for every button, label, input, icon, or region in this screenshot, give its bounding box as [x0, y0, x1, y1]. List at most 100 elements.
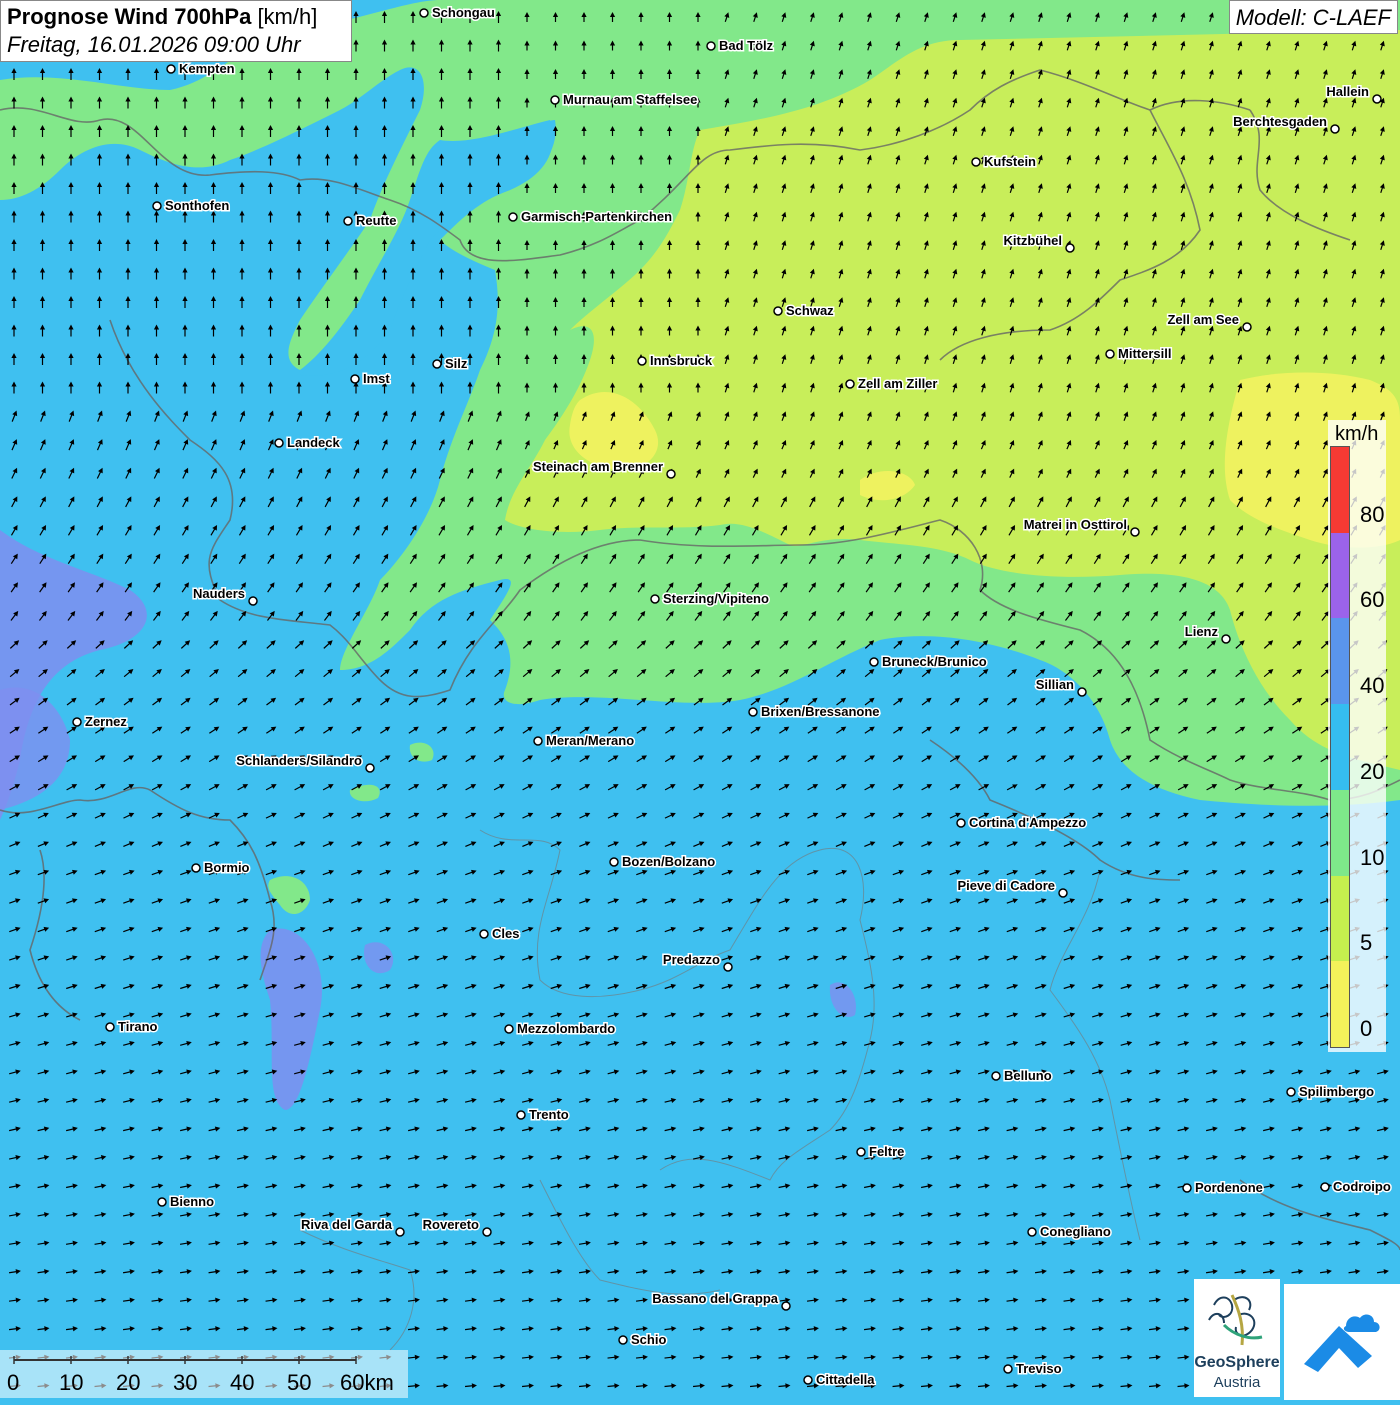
city-dot	[480, 930, 488, 938]
city-dot	[724, 963, 732, 971]
scale-bar: 0 10 20 30 40 50 60km	[0, 1350, 408, 1398]
city-dot	[651, 595, 659, 603]
city-dot	[344, 217, 352, 225]
legend-color-bar	[1330, 446, 1350, 1048]
scale-label-30: 30	[173, 1370, 197, 1396]
city-dot	[192, 864, 200, 872]
city-label: Trento	[529, 1107, 569, 1122]
city-label: Zell am Ziller	[858, 376, 937, 391]
city-dot	[782, 1302, 790, 1310]
city-label: Sillian	[1036, 677, 1074, 692]
scale-label-40: 40	[230, 1370, 254, 1396]
weather-app-logo[interactable]	[1284, 1284, 1400, 1400]
map-title-main: Prognose Wind 700hPa	[7, 4, 251, 29]
city-dot	[957, 819, 965, 827]
city-dot	[1331, 125, 1339, 133]
city-dot	[1028, 1228, 1036, 1236]
map-title: Prognose Wind 700hPa [km/h]	[7, 4, 345, 30]
city-dot	[638, 357, 646, 365]
legend-segment	[1331, 704, 1349, 790]
city-label: Mittersill	[1118, 346, 1171, 361]
city-marker: Bruneck/Brunico	[870, 654, 987, 669]
city-dot	[667, 470, 675, 478]
city-label: Bienno	[170, 1194, 214, 1209]
city-dot	[1183, 1184, 1191, 1192]
legend-unit: km/h	[1335, 423, 1378, 446]
city-dot	[1287, 1088, 1295, 1096]
scale-label-20: 20	[116, 1370, 140, 1396]
city-dot	[774, 307, 782, 315]
city-label: Matrei in Osttirol	[1024, 517, 1127, 532]
city-dot	[509, 213, 517, 221]
city-dot	[106, 1023, 114, 1031]
city-marker: Sterzing/Vipiteno	[651, 591, 769, 606]
city-dot	[158, 1198, 166, 1206]
geosphere-logo[interactable]: GeoSphere Austria	[1194, 1279, 1280, 1397]
city-dot	[804, 1376, 812, 1384]
city-dot	[396, 1228, 404, 1236]
model-label: Modell: C-LAEF	[1229, 0, 1398, 34]
city-dot	[1106, 350, 1114, 358]
city-dot	[749, 708, 757, 716]
city-label: Zernez	[85, 714, 127, 729]
city-marker: Cortina d'Ampezzo	[957, 815, 1086, 830]
city-label: Nauders	[193, 586, 245, 601]
city-dot	[1059, 889, 1067, 897]
city-dot	[153, 202, 161, 210]
city-dot	[1222, 635, 1230, 643]
city-label: Schlanders/Silandro	[236, 753, 362, 768]
city-label: Lienz	[1185, 624, 1219, 639]
legend-tick-label: 5	[1360, 930, 1372, 956]
city-label: Kufstein	[984, 154, 1036, 169]
legend-segment	[1331, 961, 1349, 1047]
city-label: Riva del Garda	[301, 1217, 393, 1232]
city-dot	[1004, 1365, 1012, 1373]
city-label: Landeck	[287, 435, 341, 450]
geosphere-logo-subtext: Austria	[1194, 1374, 1280, 1391]
city-label: Pordenone	[1195, 1180, 1263, 1195]
city-label: Predazzo	[663, 952, 720, 967]
city-marker: Conegliano	[1028, 1224, 1111, 1239]
map-title-unit: [km/h]	[257, 4, 317, 29]
city-dot	[351, 375, 359, 383]
city-label: Bad Tölz	[719, 38, 774, 53]
city-label: Bozen/Bolzano	[622, 854, 715, 869]
city-marker: Pordenone	[1183, 1180, 1263, 1195]
city-label: Cles	[492, 926, 519, 941]
city-label: Rovereto	[423, 1217, 479, 1232]
geosphere-swirl-icon	[1194, 1285, 1280, 1357]
city-label: Meran/Merano	[546, 733, 634, 748]
city-dot	[972, 158, 980, 166]
city-label: Codroipo	[1333, 1179, 1391, 1194]
city-dot	[992, 1072, 1000, 1080]
city-dot	[1243, 323, 1251, 331]
city-label: Bassano del Grappa	[652, 1291, 778, 1306]
city-label: Schwaz	[786, 303, 834, 318]
city-dot	[1066, 244, 1074, 252]
city-dot	[870, 658, 878, 666]
forecast-datetime: Freitag, 16.01.2026 09:00 Uhr	[7, 32, 345, 58]
legend-segment	[1331, 790, 1349, 876]
city-dot	[846, 380, 854, 388]
legend-tick-label: 0	[1360, 1016, 1372, 1042]
city-label: Brixen/Bressanone	[761, 704, 880, 719]
city-dot	[534, 737, 542, 745]
scale-label-0: 0	[7, 1370, 19, 1396]
city-label: Cortina d'Ampezzo	[969, 815, 1086, 830]
legend-segment	[1331, 447, 1349, 533]
legend-tick-label: 80	[1360, 502, 1384, 528]
city-dot	[1373, 95, 1381, 103]
city-dot	[707, 42, 715, 50]
city-dot	[619, 1336, 627, 1344]
city-marker: Zell am Ziller	[846, 376, 937, 391]
city-marker: Bozen/Bolzano	[610, 854, 715, 869]
city-dot	[505, 1025, 513, 1033]
city-dot	[73, 718, 81, 726]
city-marker: Spilimbergo	[1287, 1084, 1374, 1099]
legend-segment	[1331, 533, 1349, 619]
city-dot	[1321, 1183, 1329, 1191]
city-label: Belluno	[1004, 1068, 1052, 1083]
city-label: Innsbruck	[650, 353, 713, 368]
city-label: Murnau am Staffelsee	[563, 92, 697, 107]
city-marker: Schongau	[420, 5, 495, 20]
